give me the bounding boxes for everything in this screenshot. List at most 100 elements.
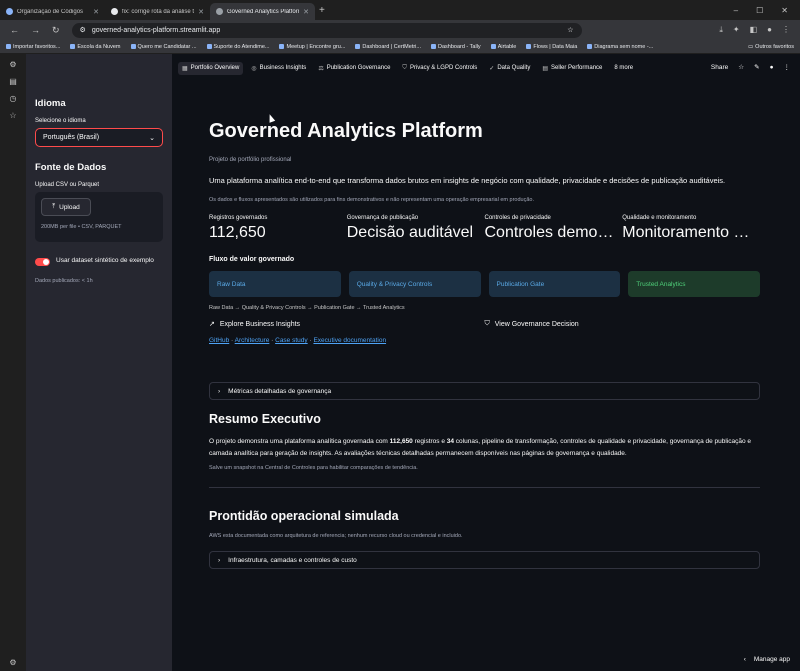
edit-icon[interactable]: ✎ xyxy=(754,63,759,71)
metric-records: Registros governados 112,650 xyxy=(209,215,268,241)
more-tabs[interactable]: 8 more xyxy=(610,62,637,74)
close-icon[interactable]: ✕ xyxy=(303,8,309,16)
bookmark[interactable]: Dashboard - Tally xyxy=(430,44,481,50)
infra-expander[interactable]: › Infraestrutura, camadas e controles de … xyxy=(209,551,760,570)
reading-list-icon[interactable]: ▤ xyxy=(9,77,17,86)
bookmark[interactable]: Importar favoritos... xyxy=(6,44,60,50)
check-circle-icon: ✓ xyxy=(489,65,495,72)
metric-quality: Qualidade e monitoramento Monitoramento a… xyxy=(622,215,757,241)
trend-icon: ↗ xyxy=(209,321,215,328)
language-select[interactable]: Português (Brasil) ⌄ xyxy=(35,128,163,147)
share-button[interactable]: Share xyxy=(711,64,728,71)
address-bar[interactable]: ⚙ governed-analytics-platform.streamlit.a… xyxy=(71,22,582,38)
language-heading: Idioma xyxy=(35,98,66,109)
close-icon[interactable]: ✕ xyxy=(198,8,204,16)
extension-icon[interactable]: ✦ xyxy=(733,25,740,35)
tab-data-quality[interactable]: ✓ Data Quality xyxy=(485,62,534,75)
settings-icon[interactable]: ⚙ xyxy=(9,60,16,69)
reload-icon[interactable]: ↻ xyxy=(52,25,60,36)
main-area: ▦ Portfolio Overview ◎ Business Insights ⚖… xyxy=(172,54,800,671)
download-icon[interactable]: ⤓ xyxy=(719,25,723,35)
synthetic-dataset-toggle[interactable] xyxy=(35,258,50,266)
star-icon[interactable]: ☆ xyxy=(567,26,573,34)
back-icon[interactable]: ← xyxy=(10,25,19,36)
new-tab-icon[interactable]: + xyxy=(319,5,325,16)
published-status: Dados publicados: < 1h xyxy=(35,278,93,284)
puzzle-icon[interactable]: ◧ xyxy=(750,25,758,35)
view-governance-link[interactable]: ⛉ View Governance Decision xyxy=(485,320,761,328)
bookmark[interactable]: Airtable xyxy=(490,44,516,50)
divider xyxy=(209,487,760,489)
governance-metrics-expander[interactable]: › Métricas detalhadas de governança xyxy=(209,382,760,400)
chevron-right-icon: › xyxy=(218,387,221,395)
tab-privacy-lgpd[interactable]: ⛉ Privacy & LGPD Controls xyxy=(398,62,481,75)
summary-text: O projeto demonstra uma plataforma analí… xyxy=(209,438,752,457)
page-content: Governed Analytics Platform Projeto de p… xyxy=(209,120,760,581)
window-close-icon[interactable]: ✕ xyxy=(781,6,788,15)
tab-seller-performance[interactable]: ▤ Seller Performance xyxy=(538,62,606,75)
ops-title: Prontidão operacional simulada xyxy=(209,509,399,524)
github-icon xyxy=(111,8,118,15)
metric-publication: Governança de publicação Decisão auditáve… xyxy=(346,215,474,241)
github-link[interactable]: GitHub xyxy=(209,337,229,344)
manage-app-button[interactable]: ‹ Manage app xyxy=(744,656,790,663)
address-bar-row: ← → ↻ ⚙ governed-analytics-platform.streaml… xyxy=(0,20,800,40)
chevron-right-icon: › xyxy=(218,556,221,564)
browser-tab-3[interactable]: Governed Analytics Platform · Streamlit✕ xyxy=(210,3,315,20)
ops-note: AWS esta documentada como arquitetura de… xyxy=(209,533,463,540)
forward-icon[interactable]: → xyxy=(31,25,40,36)
upload-hint: 200MB per file • CSV, PARQUET xyxy=(41,224,122,230)
close-icon[interactable]: ✕ xyxy=(93,8,99,16)
case-study-link[interactable]: Case study xyxy=(275,337,308,344)
metrics-row: Registros governados 112,650 Governança d… xyxy=(209,215,760,242)
upload-label: Upload CSV ou Parquet xyxy=(35,182,100,188)
metric-privacy: Controles de privacidade Controles demons… xyxy=(484,215,619,241)
favorites-icon[interactable]: ☆ xyxy=(9,111,16,120)
file-uploader[interactable]: ⤒ Upload 200MB per file • CSV, PARQUET xyxy=(35,192,163,242)
bookmark[interactable]: Flows | Data Maia xyxy=(526,44,577,50)
history-icon[interactable]: ◷ xyxy=(10,94,17,103)
bookmark[interactable]: Diagrama sem nome -... xyxy=(587,44,653,50)
bookmark-folder[interactable]: ▭ Outros favoritos xyxy=(748,44,800,50)
menu-icon[interactable]: ⋮ xyxy=(784,63,791,71)
tab-business-insights[interactable]: ◎ Business Insights xyxy=(247,62,310,75)
lead-text: Uma plataforma analítica end-to-end que … xyxy=(209,176,726,185)
browser-tab-1[interactable]: Organização de Códigos ✕ xyxy=(0,3,105,20)
tab-publication-governance[interactable]: ⚖ Publication Governance xyxy=(314,62,394,75)
tab-portfolio-overview[interactable]: ▦ Portfolio Overview xyxy=(178,61,244,75)
data-source-heading: Fonte de Dados xyxy=(35,162,107,173)
bookmark[interactable]: Quero me Candidatar ... xyxy=(130,44,197,50)
profile-icon[interactable]: ● xyxy=(767,25,772,35)
disclaimer-note: Os dados e fluxos apresentados são utili… xyxy=(209,197,534,203)
flow-step-raw-data: Raw Data xyxy=(209,271,341,297)
maximize-icon[interactable]: ☐ xyxy=(756,6,763,15)
explore-insights-link[interactable]: ↗ Explore Business Insights xyxy=(209,320,485,329)
bookmark[interactable]: Dashboard | CertMetri... xyxy=(355,44,421,50)
minimize-icon[interactable]: – xyxy=(734,6,738,15)
browser-tab-2[interactable]: fix: corrige rota da análise técnica✕ xyxy=(105,3,210,20)
synthetic-dataset-label: Usar dataset sintético de exemplo xyxy=(56,257,154,264)
language-label: Selecione o idioma xyxy=(35,118,86,124)
star-icon[interactable]: ☆ xyxy=(738,63,744,71)
streamlit-icon xyxy=(216,8,223,15)
page-subtitle: Projeto de portfólio profissional xyxy=(209,157,292,163)
exec-docs-link[interactable]: Executive documentation xyxy=(313,337,386,344)
globe-icon: ◎ xyxy=(251,65,257,72)
scale-icon: ⚖ xyxy=(318,65,324,72)
summary-title: Resumo Executivo xyxy=(209,412,321,426)
value-flow: Raw Data Quality & Privacy Controls Publ… xyxy=(209,271,760,297)
menu-icon[interactable]: ⋮ xyxy=(782,25,790,35)
shield-icon: ⛉ xyxy=(484,320,490,327)
chevron-left-icon: ‹ xyxy=(743,656,746,663)
bookmarks-bar: Importar favoritos... Escola da Nuvem Qu… xyxy=(0,40,800,54)
app-sidebar: Idioma Selecione o idioma Português (Bra… xyxy=(26,54,172,671)
browser-tab-strip: Organização de Códigos ✕ fix: corrige rot… xyxy=(0,0,800,20)
site-info-icon[interactable]: ⚙ xyxy=(80,26,86,34)
bookmark[interactable]: Suporte do Atendime... xyxy=(206,44,269,50)
architecture-link[interactable]: Architecture xyxy=(235,337,270,344)
upload-button[interactable]: ⤒ Upload xyxy=(41,198,91,216)
bookmark[interactable]: Escola da Nuvem xyxy=(70,44,121,50)
bookmark[interactable]: Meetup | Encontre gru... xyxy=(279,44,345,50)
github-icon[interactable]: ● xyxy=(770,64,774,71)
gear-icon[interactable]: ⚙ xyxy=(9,658,16,667)
